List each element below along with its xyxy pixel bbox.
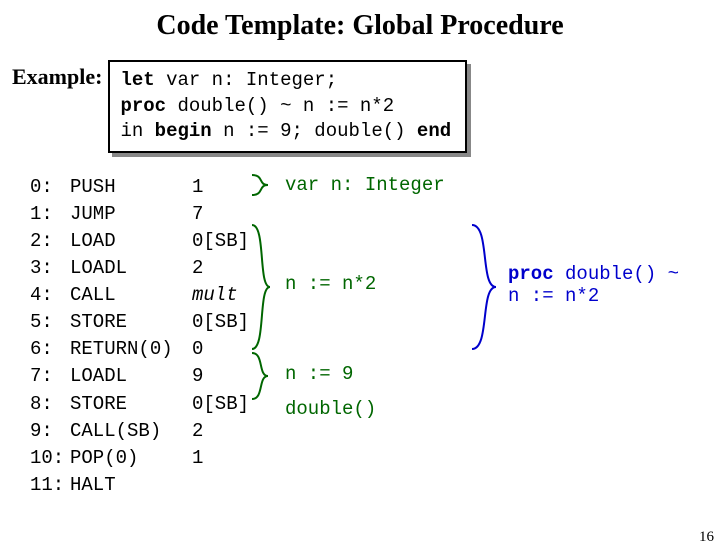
source-code-box: let var n: Integer; proc double() ~ n :=… (108, 60, 467, 153)
table-row: 9:CALL(SB)2 (30, 419, 262, 444)
example-label: Example: (12, 64, 102, 90)
page-number: 16 (699, 529, 714, 546)
table-row: 8:STORE0[SB] (30, 392, 262, 417)
table-row: 0:PUSH1 (30, 175, 262, 200)
table-row: 7:LOADL9 (30, 364, 262, 389)
brace-icon (470, 223, 504, 351)
table-row: 6:RETURN(0)0 (30, 337, 262, 362)
slide-title: Code Template: Global Procedure (0, 10, 720, 42)
anno-n-9: n := 9 (285, 363, 353, 385)
brace-icon (250, 223, 280, 351)
anno-var-decl: var n: Integer (285, 174, 445, 196)
example-block: Example: let var n: Integer; proc double… (12, 60, 720, 153)
table-row: 1:JUMP7 (30, 202, 262, 227)
table-row: 3:LOADL2 (30, 256, 262, 281)
instruction-table: 0:PUSH11:JUMP72:LOAD0[SB]3:LOADL24:CALLm… (28, 173, 264, 500)
brace-icon (250, 173, 280, 197)
table-row: 2:LOAD0[SB] (30, 229, 262, 254)
brace-icon (250, 351, 280, 401)
anno-proc-def: proc double() ~ n := n*2 (508, 263, 679, 307)
table-row: 10:POP(0)1 (30, 446, 262, 471)
table-row: 5:STORE0[SB] (30, 310, 262, 335)
table-row: 11:HALT (30, 473, 262, 498)
anno-double-call: double() (285, 398, 376, 420)
anno-n-n2: n := n*2 (285, 273, 376, 295)
table-row: 4:CALLmult (30, 283, 262, 308)
